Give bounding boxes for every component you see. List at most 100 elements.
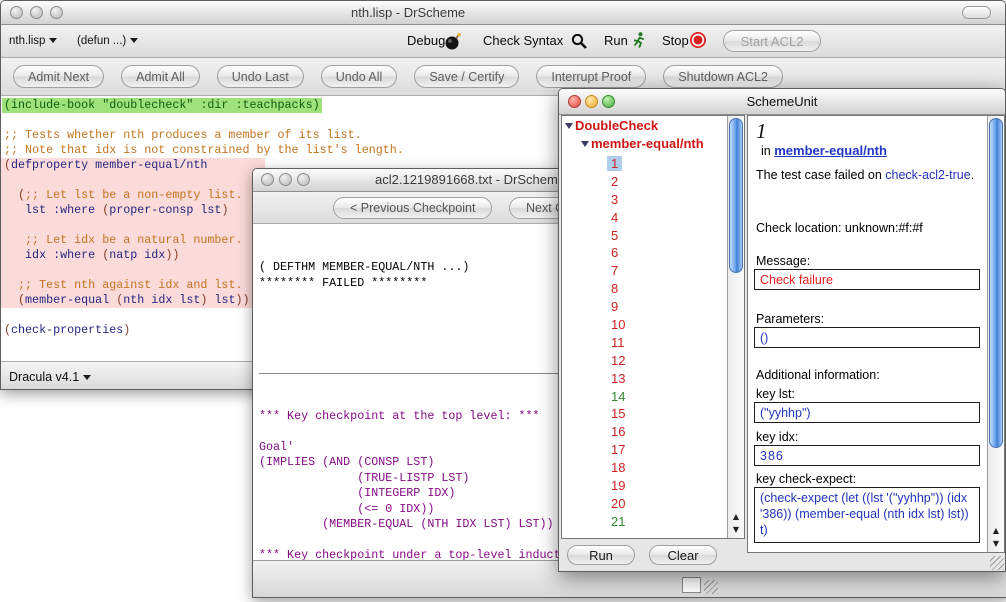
tree-scrollbar[interactable]: ▲ ▼ <box>727 116 744 538</box>
check-syntax-button[interactable]: Check Syntax <box>483 33 563 48</box>
test-case-number[interactable]: 6 <box>607 245 622 260</box>
disclosure-triangle-icon[interactable] <box>565 123 573 129</box>
minimize-button[interactable] <box>279 173 292 186</box>
tree-suite[interactable]: member-equal/nth <box>581 136 704 151</box>
debug-button[interactable]: Debug <box>407 33 445 48</box>
test-case-number[interactable]: 9 <box>607 299 622 314</box>
zoom-button[interactable] <box>50 6 63 19</box>
defun-menu-label: (defun ...) <box>77 35 126 47</box>
test-case-5[interactable]: 5 <box>607 227 629 245</box>
shutdown-acl2-button[interactable]: Shutdown ACL2 <box>663 65 783 88</box>
filename-menu[interactable]: nth.lisp <box>9 35 57 47</box>
scroll-down-arrow[interactable]: ▼ <box>988 537 1004 550</box>
test-case-number[interactable]: 15 <box>607 406 629 421</box>
test-case-8[interactable]: 8 <box>607 280 629 298</box>
test-case-number[interactable]: 17 <box>607 442 629 457</box>
test-case-13[interactable]: 13 <box>607 370 629 388</box>
suite-link[interactable]: member-equal/nth <box>774 143 887 158</box>
scroll-up-arrow[interactable]: ▲ <box>728 510 744 523</box>
clear-button[interactable]: Clear <box>649 545 717 565</box>
scrollbar-thumb[interactable] <box>729 118 743 273</box>
bomb-icon[interactable] <box>444 32 462 50</box>
toolbar-toggle-button[interactable] <box>962 6 991 19</box>
scrollbar-thumb[interactable] <box>989 118 1003 448</box>
check-location-label: Check location: unknown:#f:#f <box>756 221 923 235</box>
test-case-number[interactable]: 2 <box>607 174 622 189</box>
test-case-number[interactable]: 3 <box>607 192 622 207</box>
search-icon[interactable] <box>571 33 588 50</box>
tree-suite-label: member-equal/nth <box>591 136 704 151</box>
test-case-number[interactable]: 7 <box>607 263 622 278</box>
runner-icon[interactable] <box>630 31 647 50</box>
test-case-10[interactable]: 10 <box>607 316 629 334</box>
case-number-heading: 1 <box>756 119 767 144</box>
test-case-number[interactable]: 18 <box>607 460 629 475</box>
test-case-4[interactable]: 4 <box>607 209 629 227</box>
test-case-number[interactable]: 5 <box>607 228 622 243</box>
test-case-1[interactable]: 1 <box>607 155 629 173</box>
test-case-16[interactable]: 16 <box>607 423 629 441</box>
undo-all-button[interactable]: Undo All <box>321 65 398 88</box>
resize-grip[interactable] <box>704 580 718 594</box>
minimize-button[interactable] <box>30 6 43 19</box>
test-case-number[interactable]: 14 <box>607 389 629 404</box>
test-case-12[interactable]: 12 <box>607 352 629 370</box>
test-case-number[interactable]: 11 <box>607 335 629 350</box>
test-case-number[interactable]: 16 <box>607 424 629 439</box>
dracula-version-menu[interactable]: Dracula v4.1 <box>9 370 91 384</box>
test-case-21[interactable]: 21 <box>607 513 629 531</box>
detail-scrollbar[interactable]: ▲ ▼ <box>987 116 1004 552</box>
scroll-down-arrow[interactable]: ▼ <box>728 523 744 536</box>
tree-root[interactable]: DoubleCheck <box>565 118 658 133</box>
key-lst-value-field: ("yyhhp") <box>754 402 980 423</box>
test-case-number[interactable]: 1 <box>607 156 622 171</box>
test-case-9[interactable]: 9 <box>607 298 629 316</box>
test-case-15[interactable]: 15 <box>607 405 629 423</box>
test-case-14[interactable]: 14 <box>607 388 629 406</box>
test-case-number[interactable]: 19 <box>607 478 629 493</box>
interrupt-proof-button[interactable]: Interrupt Proof <box>536 65 646 88</box>
code-line: idx :where (natp idx)) <box>1 248 265 263</box>
test-case-11[interactable]: 11 <box>607 334 629 352</box>
undo-last-button[interactable]: Undo Last <box>217 65 304 88</box>
code-line: (;; Let lst be a non-empty list. <box>1 188 265 203</box>
previous-checkpoint-button[interactable]: < Previous Checkpoint <box>333 197 492 219</box>
main-titlebar[interactable]: nth.lisp - DrScheme <box>1 1 1005 25</box>
schemeunit-titlebar[interactable]: SchemeUnit <box>559 89 1005 115</box>
disclosure-triangle-icon[interactable] <box>581 141 589 147</box>
run-tests-button[interactable]: Run <box>567 545 635 565</box>
test-case-number[interactable]: 12 <box>607 353 629 368</box>
test-tree-pane[interactable]: DoubleCheck member-equal/nth 12345678910… <box>561 115 745 539</box>
test-case-number[interactable]: 8 <box>607 281 622 296</box>
dracula-version-label: Dracula v4.1 <box>9 370 79 384</box>
save-certify-button[interactable]: Save / Certify <box>414 65 519 88</box>
stop-icon[interactable] <box>689 31 707 49</box>
test-case-20[interactable]: 20 <box>607 495 629 513</box>
test-case-number[interactable]: 21 <box>607 514 629 529</box>
message-value-field: Check failure <box>754 269 980 290</box>
test-case-17[interactable]: 17 <box>607 441 629 459</box>
resize-grip[interactable] <box>990 556 1004 570</box>
test-case-number[interactable]: 13 <box>607 371 629 386</box>
test-case-19[interactable]: 19 <box>607 477 629 495</box>
defun-menu[interactable]: (defun ...) <box>77 35 138 47</box>
main-toolbar: nth.lisp (defun ...) Debug Check Syntax … <box>1 25 1005 58</box>
run-button[interactable]: Run <box>604 33 628 48</box>
stop-button[interactable]: Stop <box>662 33 689 48</box>
close-button[interactable] <box>261 173 274 186</box>
zoom-button[interactable] <box>297 173 310 186</box>
admit-next-button[interactable]: Admit Next <box>13 65 104 88</box>
test-case-18[interactable]: 18 <box>607 459 629 477</box>
start-acl2-button[interactable]: Start ACL2 <box>723 30 821 52</box>
test-case-6[interactable]: 6 <box>607 244 629 262</box>
test-case-number[interactable]: 10 <box>607 317 629 332</box>
test-detail-pane: 1 in member-equal/nth The test case fail… <box>747 115 1005 553</box>
test-case-number[interactable]: 4 <box>607 210 622 225</box>
admit-all-button[interactable]: Admit All <box>121 65 200 88</box>
test-case-7[interactable]: 7 <box>607 262 629 280</box>
test-case-3[interactable]: 3 <box>607 191 629 209</box>
close-button[interactable] <box>10 6 23 19</box>
test-case-2[interactable]: 2 <box>607 173 629 191</box>
test-case-number[interactable]: 20 <box>607 496 629 511</box>
scroll-up-arrow[interactable]: ▲ <box>988 524 1004 537</box>
